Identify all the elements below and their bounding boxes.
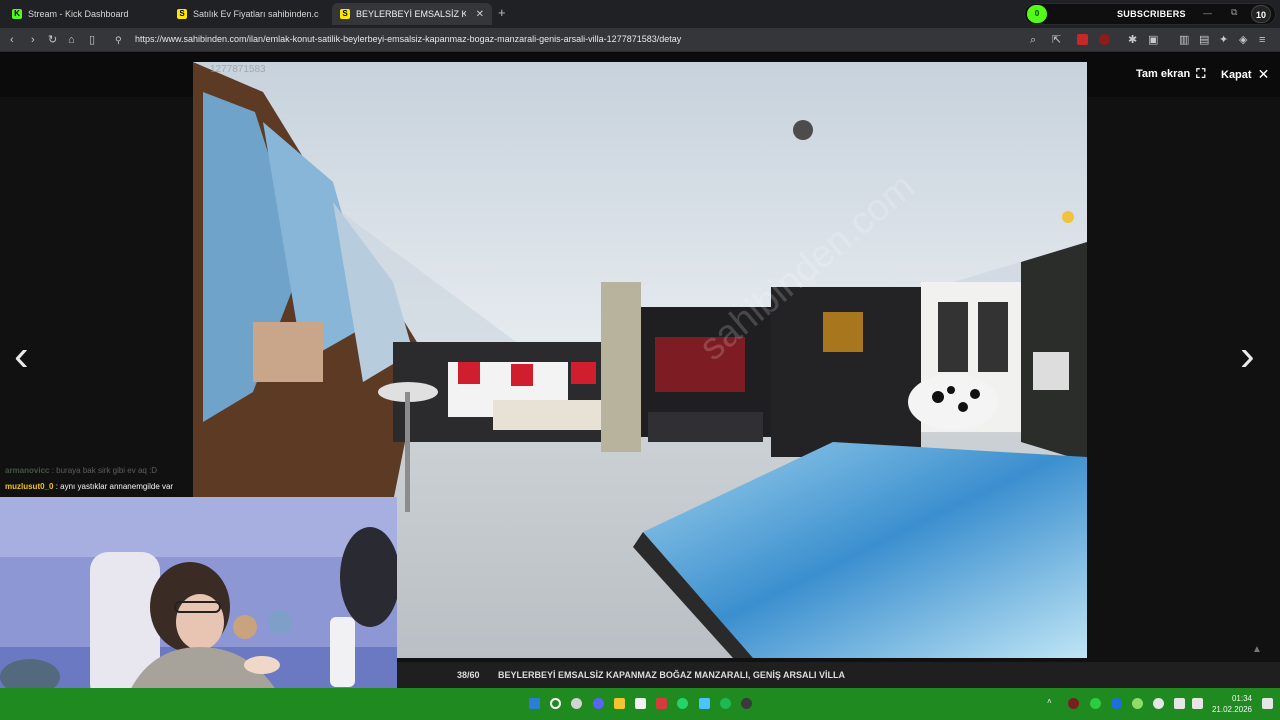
home-icon[interactable]: ⌂ [68, 33, 75, 47]
tabs-icon[interactable]: ▤ [1199, 33, 1209, 47]
wallet-icon[interactable]: ▣ [1148, 33, 1158, 47]
alert-extension-icon[interactable] [1099, 34, 1110, 45]
forward-icon[interactable]: › [31, 33, 35, 47]
tab-label: Satılık Ev Fiyatları sahibinden.com'da [193, 9, 319, 19]
bookmark-icon[interactable]: ▯ [89, 33, 95, 47]
chat-text: : buraya bak sirk gibi ev aq :D [51, 466, 158, 475]
fullscreen-icon: ⛶ [1196, 66, 1206, 81]
file-explorer-icon[interactable] [614, 698, 625, 709]
photo-counter: 38/60 [457, 670, 480, 680]
fullscreen-button[interactable]: Tam ekran ⛶ [1136, 66, 1205, 82]
subscribers-progress-dot: 0 [1027, 5, 1047, 23]
subscribers-widget: 0 SUBSCRIBERS — ⧉ 10 [1024, 3, 1276, 25]
chat-message: muzlusut0_0 : aynı yastıklar annanemgild… [5, 482, 173, 491]
vpn-icon[interactable]: ◈ [1239, 33, 1247, 47]
volume-icon[interactable] [1192, 698, 1203, 709]
site-settings-icon[interactable]: ⚲ [115, 33, 122, 47]
address-bar: ‹ › ↻ ⌂ ▯ ⚲ https://www.sahibinden.com/i… [0, 28, 1280, 52]
spotify-icon[interactable] [720, 698, 731, 709]
store-icon[interactable] [635, 698, 646, 709]
close-icon: ✕ [1257, 66, 1270, 82]
reload-icon[interactable]: ↻ [48, 33, 57, 47]
tab-label: BEYLERBEYİ EMSALSİZ KAPANMA [356, 9, 466, 19]
tab-label: Stream - Kick Dashboard [28, 9, 129, 19]
webcam-overlay [0, 497, 397, 716]
close-viewer-button[interactable]: Kapat ✕ [1221, 66, 1269, 83]
shield-extension-icon[interactable] [1077, 34, 1088, 45]
wifi-icon[interactable] [1174, 698, 1185, 709]
bluetooth-icon[interactable] [1111, 698, 1122, 709]
restore-icon[interactable]: ⧉ [1231, 7, 1237, 18]
share-icon[interactable]: ⇱ [1052, 33, 1061, 47]
ai-icon[interactable]: ✦ [1219, 33, 1228, 47]
microphone-icon[interactable] [1132, 698, 1143, 709]
webcam-feed-illustration [0, 497, 397, 716]
notifications-icon[interactable] [1262, 698, 1273, 709]
stream-chat-overlay: armanovicc : buraya bak sirk gibi ev aq … [0, 464, 196, 498]
kick-icon: K [12, 9, 22, 19]
close-label: Kapat [1221, 68, 1252, 81]
tray-status-icon[interactable] [1090, 698, 1101, 709]
start-icon[interactable] [529, 698, 540, 709]
os-taskbar: ˄ 01:34 21.02.2026 [0, 688, 1280, 720]
sahibinden-icon: S [177, 9, 187, 19]
tab-sahibinden-listings[interactable]: S Satılık Ev Fiyatları sahibinden.com'da [169, 3, 327, 25]
obs-icon[interactable] [741, 698, 752, 709]
next-photo-arrow-icon[interactable]: › [1240, 334, 1255, 378]
photo-listing-id: 1277871583 [210, 64, 266, 75]
subscribers-label: SUBSCRIBERS [1117, 9, 1186, 19]
chat-username: muzlusut0_0 [5, 482, 54, 491]
previous-photo-arrow-icon[interactable]: ‹ [14, 334, 29, 378]
tab-kick-dashboard[interactable]: K Stream - Kick Dashboard [4, 3, 169, 25]
discord-icon[interactable] [593, 698, 604, 709]
photos-icon[interactable] [699, 698, 710, 709]
browser-tab-strip: K Stream - Kick Dashboard S Satılık Ev F… [0, 0, 1280, 28]
clock-time[interactable]: 01:34 [1222, 694, 1252, 703]
fullscreen-label: Tam ekran [1136, 68, 1191, 80]
scroll-to-top-icon[interactable]: ▲ [1247, 644, 1267, 660]
new-tab-button[interactable]: + [498, 5, 506, 20]
tray-chevron-icon[interactable]: ˄ [1047, 697, 1052, 706]
close-tab-icon[interactable]: ✕ [476, 9, 484, 20]
clock-date[interactable]: 21.02.2026 [1206, 705, 1252, 714]
tab-villa-listing[interactable]: S BEYLERBEYİ EMSALSİZ KAPANMA ✕ [332, 3, 492, 25]
subscribers-count: 10 [1251, 5, 1271, 23]
search-icon[interactable] [550, 698, 561, 709]
zoom-icon[interactable]: ⌕ [1030, 33, 1036, 47]
network-icon[interactable] [1153, 698, 1164, 709]
listing-title: BEYLERBEYİ EMSALSİZ KAPANMAZ BOĞAZ MANZA… [498, 670, 846, 680]
settings-gear-icon[interactable] [571, 698, 582, 709]
minimize-icon[interactable]: — [1203, 8, 1212, 18]
extensions-icon[interactable]: ✱ [1128, 33, 1137, 47]
chat-message: armanovicc : buraya bak sirk gibi ev aq … [5, 466, 157, 475]
sahibinden-icon: S [340, 9, 350, 19]
menu-icon[interactable]: ≡ [1259, 33, 1265, 47]
back-icon[interactable]: ‹ [10, 33, 14, 47]
url-field[interactable]: https://www.sahibinden.com/ilan/emlak-ko… [135, 34, 681, 44]
tray-app-icon[interactable] [1068, 698, 1079, 709]
sidebar-icon[interactable]: ▥ [1179, 33, 1189, 47]
chat-username: armanovicc [5, 466, 50, 475]
chat-text: : aynı yastıklar annanemgilde var [55, 482, 174, 491]
brave-browser-icon[interactable] [656, 698, 667, 709]
whatsapp-icon[interactable] [677, 698, 688, 709]
